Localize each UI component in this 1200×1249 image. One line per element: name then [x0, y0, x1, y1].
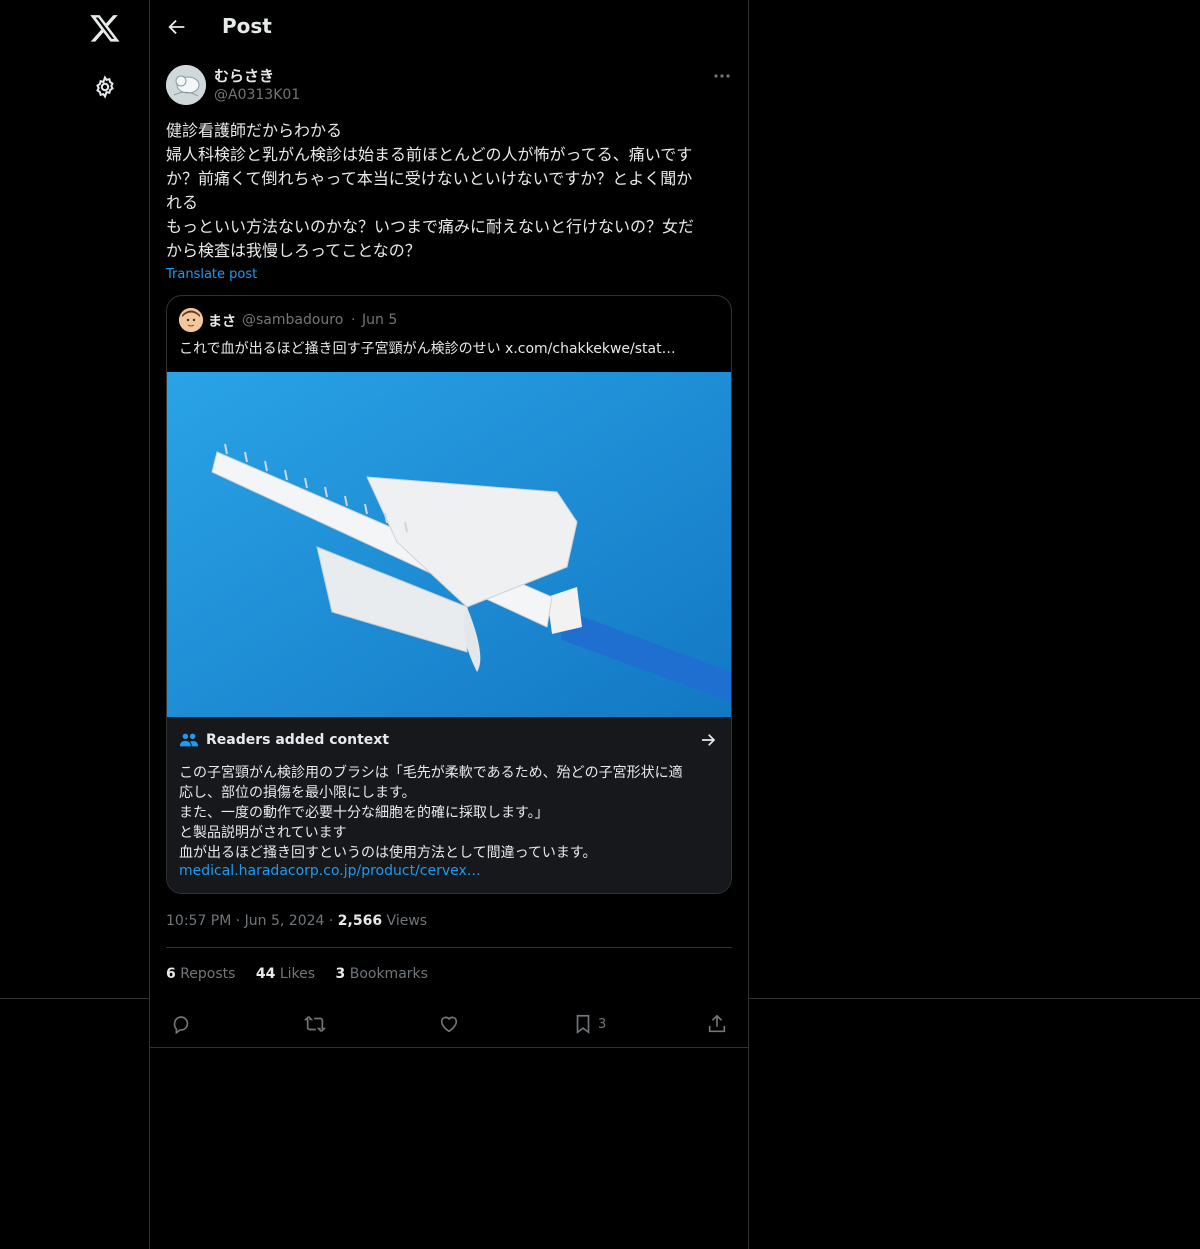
- people-icon: [179, 731, 199, 749]
- page-title: Post: [222, 14, 272, 38]
- likes-stat[interactable]: 44 Likes: [256, 966, 315, 982]
- reposts-label: Reposts: [180, 966, 236, 982]
- arrow-right-icon[interactable]: [699, 731, 717, 749]
- engagement-stats: 6 Reposts 44 Likes 3 Bookmarks: [166, 966, 444, 982]
- likes-label: Likes: [279, 966, 316, 982]
- quote-author-handle: @sambadouro: [242, 312, 344, 328]
- bookmarks-label: Bookmarks: [349, 966, 428, 982]
- community-notes: Readers added context この子宮頸がん検診用のブラシは「毛先…: [167, 717, 731, 893]
- bookmark-count: 3: [598, 1017, 607, 1032]
- views-count: 2,566: [337, 913, 383, 929]
- quote-media-image[interactable]: [167, 372, 731, 717]
- arrow-left-icon[interactable]: [166, 16, 188, 38]
- quote-author-name: まさ: [208, 314, 236, 330]
- quote-separator: ·: [351, 312, 356, 328]
- notes-body: この子宮頸がん検診用のブラシは「毛先が柔軟であるため、殆どの子宮形状に適 応し、…: [179, 765, 683, 861]
- views-label: Views: [386, 913, 428, 929]
- notes-source-link[interactable]: medical.haradacorp.co.jp/product/cervex…: [179, 863, 481, 879]
- post-column: Post むらさき @A0313K01 健診看護師だからわかる 婦人科検診と乳が…: [149, 0, 749, 1249]
- translate-post-link[interactable]: Translate post: [166, 267, 257, 282]
- x-logo-icon[interactable]: [89, 12, 121, 44]
- avatar[interactable]: [166, 65, 206, 105]
- share-icon[interactable]: [706, 1013, 728, 1035]
- reply-icon[interactable]: [170, 1013, 192, 1035]
- gear-icon[interactable]: [93, 75, 117, 99]
- bookmark-icon[interactable]: [572, 1013, 594, 1035]
- action-bar: 3: [150, 999, 748, 1048]
- reposts-stat[interactable]: 6 Reposts: [166, 966, 235, 982]
- quote-text-body: これで血が出るほど掻き回す子宮頸がん検診のせい: [179, 341, 506, 357]
- post-meta: 10:57 PM · Jun 5, 2024 · 2,566 Views: [166, 913, 427, 929]
- quote-text: これで血が出るほど掻き回す子宮頸がん検診のせい x.com/chakkekwe/…: [179, 338, 676, 358]
- quote-date: Jun 5: [362, 312, 398, 328]
- meta-separator: ·: [328, 913, 338, 929]
- like-icon[interactable]: [438, 1013, 460, 1035]
- avatar: [179, 308, 203, 332]
- quoted-post[interactable]: まさ @sambadouro · Jun 5 これで血が出るほど掻き回す子宮頸が…: [166, 295, 732, 894]
- page-header: Post: [150, 0, 748, 54]
- author-name[interactable]: むらさき: [214, 65, 274, 86]
- author-handle[interactable]: @A0313K01: [214, 87, 300, 103]
- divider: [166, 947, 732, 948]
- post-timestamp[interactable]: 10:57 PM · Jun 5, 2024: [166, 913, 324, 929]
- quote-link[interactable]: x.com/chakkekwe/stat…: [505, 341, 676, 357]
- notes-title: Readers added context: [206, 732, 390, 748]
- divider-left: [0, 998, 150, 999]
- bookmarks-stat[interactable]: 3 Bookmarks: [336, 966, 428, 982]
- more-options-icon[interactable]: [712, 66, 732, 86]
- bookmarks-count: 3: [335, 966, 346, 982]
- post-text: 健診看護師だからわかる 婦人科検診と乳がん検診は始まる前ほとんどの人が怖がってる…: [166, 121, 695, 260]
- reposts-count: 6: [166, 966, 176, 982]
- divider-right: [749, 998, 1200, 999]
- left-navigation: [0, 0, 150, 1249]
- likes-count: 44: [255, 966, 276, 982]
- repost-icon[interactable]: [304, 1013, 326, 1035]
